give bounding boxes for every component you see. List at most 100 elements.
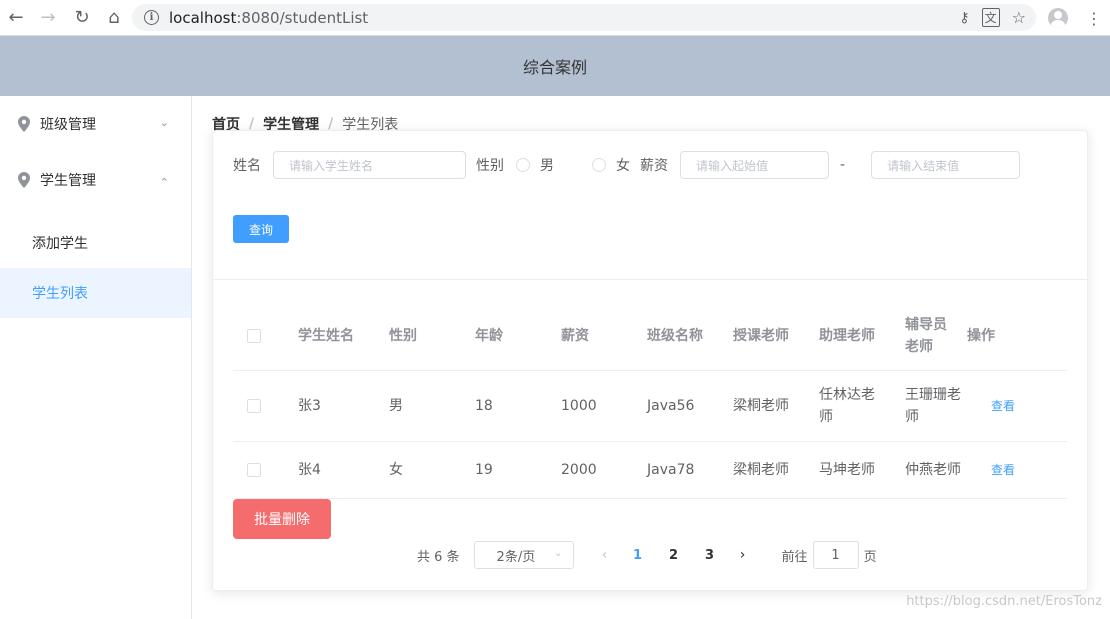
content-card: 姓名 请输入学生姓名 性别 男 女 薪资 请输入起始值 - 请输入结束值 查询 … xyxy=(212,130,1088,591)
cell-gender: 女 xyxy=(389,462,403,478)
browser-toolbar: ← → ↻ ⌂ i localhost:8080/studentList ⚷ 文… xyxy=(0,0,1110,36)
radio-circle xyxy=(516,158,530,172)
sidebar-menu-class[interactable]: 班级管理 ⌄ xyxy=(0,96,191,152)
cell-assistant: 任林达老师 xyxy=(819,387,875,425)
prev-page-icon[interactable]: ‹ xyxy=(590,547,620,563)
radio-circle xyxy=(592,158,606,172)
table-row: 张3 男 18 1000 Java56 梁桐老师 任林达老师 王珊珊老师 查看 xyxy=(233,371,1067,442)
query-button[interactable]: 查询 xyxy=(233,215,289,243)
row-checkbox[interactable] xyxy=(247,463,261,477)
cell-salary: 2000 xyxy=(561,462,597,478)
sidebar-item-label: 添加学生 xyxy=(32,236,88,252)
cell-gender: 男 xyxy=(389,398,403,414)
page-size-value: 2条/页 xyxy=(496,549,536,565)
sidebar-item-label: 学生列表 xyxy=(32,286,88,302)
cell-name: 张4 xyxy=(298,462,321,478)
app-title: 综合案例 xyxy=(522,58,587,77)
sidebar-menu-student[interactable]: 学生管理 ⌃ xyxy=(0,152,191,208)
info-icon[interactable]: i xyxy=(144,10,159,25)
next-page-icon[interactable]: › xyxy=(728,547,758,563)
table-header-cell: 操作 xyxy=(967,327,995,344)
cell-teacher: 梁桐老师 xyxy=(733,398,789,414)
gender-label: 性别 xyxy=(476,158,504,174)
cell-action: 查看 xyxy=(981,459,1015,481)
radio-label: 女 xyxy=(616,158,630,174)
salary-end-input[interactable]: 请输入结束值 xyxy=(871,151,1021,179)
url-host: localhost xyxy=(169,8,237,27)
cell-class: Java78 xyxy=(647,462,695,478)
divider xyxy=(213,279,1087,280)
name-input[interactable]: 请输入学生姓名 xyxy=(273,151,466,179)
cell-age: 18 xyxy=(475,398,493,414)
table-header-cell: 性别 xyxy=(389,327,417,344)
table-header-cell: 授课老师 xyxy=(733,327,789,344)
sidebar-item-student-list[interactable]: 学生列表 xyxy=(0,268,191,318)
menu-kebab-icon[interactable]: ⋮ xyxy=(1082,9,1106,28)
url-path: :8080/studentList xyxy=(236,8,369,27)
app-header: 综合案例 xyxy=(0,36,1110,96)
star-icon[interactable]: ☆ xyxy=(1012,8,1026,27)
view-link[interactable]: 查看 xyxy=(991,399,1015,413)
address-bar[interactable]: i localhost:8080/studentList ⚷ 文 ☆ xyxy=(132,4,1036,31)
radio-label: 男 xyxy=(540,158,554,174)
salary-start-input[interactable]: 请输入起始值 xyxy=(680,151,829,179)
table-header-cell: 助理老师 xyxy=(819,327,875,344)
watermark: https://blog.csdn.net/ErosTonz xyxy=(906,594,1102,609)
table-header-cell: 学生姓名 xyxy=(298,327,354,344)
chevron-down-icon: ⌄ xyxy=(159,116,169,129)
page-number[interactable]: 2 xyxy=(656,548,692,563)
row-checkbox[interactable] xyxy=(247,399,261,413)
cell-name: 张3 xyxy=(298,398,321,414)
pagination-total: 共 6 条 xyxy=(417,549,460,565)
cell-age: 19 xyxy=(475,462,493,478)
location-pin-icon xyxy=(18,116,30,132)
reload-icon[interactable]: ↻ xyxy=(68,4,96,32)
forward-arrow-icon[interactable]: → xyxy=(34,4,62,32)
sidebar-item-add-student[interactable]: 添加学生 xyxy=(0,218,191,268)
location-pin-icon xyxy=(18,172,30,188)
goto-page-input[interactable]: 1 xyxy=(812,541,859,569)
view-link[interactable]: 查看 xyxy=(991,463,1015,477)
gender-radio-female[interactable]: 女 xyxy=(592,155,630,175)
salary-start-placeholder: 请输入起始值 xyxy=(696,158,769,173)
select-all-checkbox[interactable] xyxy=(247,328,261,343)
page-suffix: 页 xyxy=(863,549,877,565)
key-icon[interactable]: ⚷ xyxy=(959,10,969,26)
table-header-row: 学生姓名 性别 年龄 薪资 班级名称 授课老师 助理老师 辅导员老师 操作 xyxy=(233,301,1067,371)
cell-class: Java56 xyxy=(647,398,695,414)
goto-label: 前往 xyxy=(781,549,808,565)
pagination: 共 6 条 2条/页 ⌄ ‹ 1 2 3 › 前往 1 页 xyxy=(417,541,877,569)
cell-counselor: 王珊珊老师 xyxy=(905,387,961,425)
table-header-cell: 薪资 xyxy=(561,327,589,344)
search-form: 姓名 请输入学生姓名 性别 男 女 薪资 请输入起始值 - 请输入结束值 xyxy=(233,151,1021,179)
page-size-select[interactable]: 2条/页 ⌄ xyxy=(473,541,574,569)
chevron-up-icon: ⌃ xyxy=(159,176,169,189)
student-table: 学生姓名 性别 年龄 薪资 班级名称 授课老师 助理老师 辅导员老师 操作 张3… xyxy=(233,301,1067,499)
cell-teacher: 梁桐老师 xyxy=(733,462,789,478)
goto-page-value: 1 xyxy=(831,547,840,563)
page-number[interactable]: 1 xyxy=(620,548,656,563)
salary-label: 薪资 xyxy=(640,158,668,174)
row-select-cell xyxy=(233,399,288,413)
table-header-cell: 辅导员老师 xyxy=(905,316,947,355)
back-arrow-icon[interactable]: ← xyxy=(2,4,30,32)
cell-salary: 1000 xyxy=(561,398,597,414)
name-placeholder: 请输入学生姓名 xyxy=(289,158,374,173)
chevron-down-icon: ⌄ xyxy=(554,548,563,559)
row-select-cell xyxy=(233,463,288,477)
page-number[interactable]: 3 xyxy=(692,548,728,563)
table-header-cell: 班级名称 xyxy=(647,327,703,344)
sidebar: 班级管理 ⌄ 学生管理 ⌃ 添加学生 学生列表 xyxy=(0,96,192,619)
gender-radio-male[interactable]: 男 xyxy=(516,155,554,175)
name-label: 姓名 xyxy=(233,158,261,174)
salary-end-placeholder: 请输入结束值 xyxy=(887,158,960,173)
home-icon[interactable]: ⌂ xyxy=(100,4,128,32)
profile-avatar-icon[interactable] xyxy=(1048,8,1068,28)
batch-delete-button[interactable]: 批量删除 xyxy=(233,499,331,539)
cell-counselor: 仲燕老师 xyxy=(905,462,961,478)
table-header-cell: 年龄 xyxy=(475,327,503,344)
sidebar-menu-label: 班级管理 xyxy=(40,117,96,133)
cell-action: 查看 xyxy=(981,395,1015,417)
table-row: 张4 女 19 2000 Java78 梁桐老师 马坤老师 仲燕老师 查看 xyxy=(233,442,1067,499)
translate-icon[interactable]: 文 xyxy=(981,8,1000,27)
